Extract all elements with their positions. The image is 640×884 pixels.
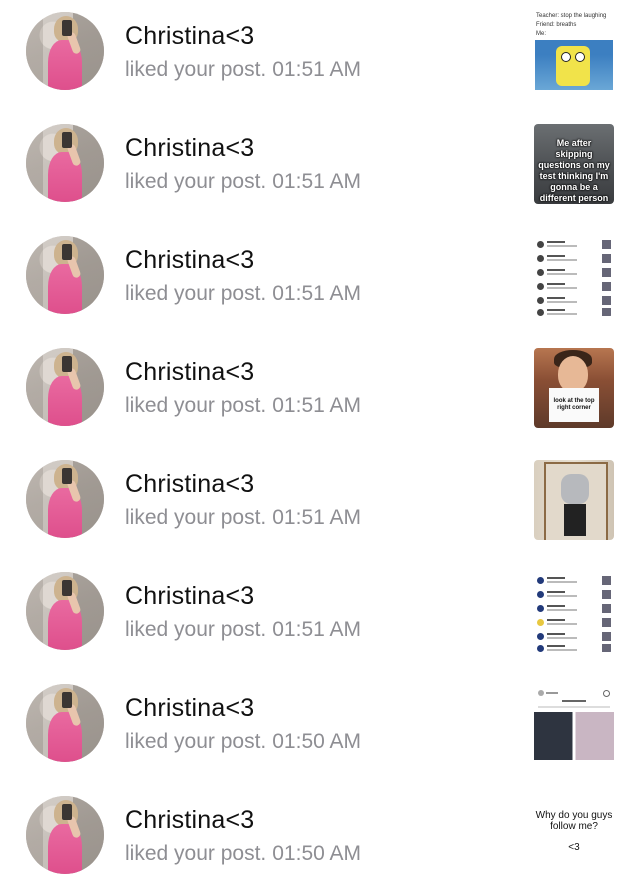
thumbnail-caption: Why do you guys follow me? xyxy=(535,810,613,832)
timestamp: 01:51 AM xyxy=(272,506,361,529)
timestamp: 01:51 AM xyxy=(272,58,361,81)
timestamp: 01:51 AM xyxy=(272,282,361,305)
action-text: liked your post. xyxy=(125,394,267,417)
action-text: liked your post. xyxy=(125,58,267,81)
timestamp: 01:50 AM xyxy=(272,730,361,753)
avatar[interactable] xyxy=(26,460,104,538)
post-thumbnail[interactable] xyxy=(534,236,614,316)
username[interactable]: Christina<3 xyxy=(125,246,254,275)
notification-row[interactable]: Christina<3 liked your post. 01:51 AM loo… xyxy=(0,336,640,436)
notification-text: liked your post. 01:51 AM xyxy=(125,282,361,306)
action-text: liked your post. xyxy=(125,842,267,865)
action-text: liked your post. xyxy=(125,730,267,753)
notification-row[interactable]: Christina<3 liked your post. 01:51 AM xyxy=(0,560,640,660)
timestamp: 01:51 AM xyxy=(272,394,361,417)
action-text: liked your post. xyxy=(125,506,267,529)
thumbnail-caption: Me after skipping questions on my test t… xyxy=(538,138,610,203)
notification-text: liked your post. 01:51 AM xyxy=(125,618,361,642)
notification-text: liked your post. 01:50 AM xyxy=(125,842,361,866)
avatar[interactable] xyxy=(26,684,104,762)
post-thumbnail[interactable]: look at the top right corner xyxy=(534,348,614,428)
thumbnail-caption: Me: xyxy=(536,31,547,37)
avatar[interactable] xyxy=(26,796,104,874)
notification-row[interactable]: Christina<3 liked your post. 01:51 AM Tea… xyxy=(0,0,640,100)
username[interactable]: Christina<3 xyxy=(125,22,254,51)
timestamp: 01:50 AM xyxy=(272,842,361,865)
post-thumbnail[interactable]: Me after skipping questions on my test t… xyxy=(534,124,614,204)
meme-character xyxy=(556,46,590,86)
username[interactable]: Christina<3 xyxy=(125,358,254,387)
notification-text: liked your post. 01:51 AM xyxy=(125,394,361,418)
post-thumbnail[interactable]: Teacher: stop the laughing Friend: breat… xyxy=(534,12,614,92)
username[interactable]: Christina<3 xyxy=(125,134,254,163)
notification-text: liked your post. 01:50 AM xyxy=(125,730,361,754)
timestamp: 01:51 AM xyxy=(272,170,361,193)
avatar[interactable] xyxy=(26,236,104,314)
notification-text: liked your post. 01:51 AM xyxy=(125,170,361,194)
action-text: liked your post. xyxy=(125,618,267,641)
notification-text: liked your post. 01:51 AM xyxy=(125,506,361,530)
username[interactable]: Christina<3 xyxy=(125,582,254,611)
notification-row[interactable]: Christina<3 liked your post. 01:51 AM xyxy=(0,448,640,548)
sign-text: look at the top right corner xyxy=(553,398,595,411)
avatar[interactable] xyxy=(26,348,104,426)
timestamp: 01:51 AM xyxy=(272,618,361,641)
post-thumbnail[interactable] xyxy=(534,684,614,764)
avatar[interactable] xyxy=(26,124,104,202)
notification-row[interactable]: Christina<3 liked your post. 01:50 AM xyxy=(0,672,640,772)
notification-text: liked your post. 01:51 AM xyxy=(125,58,361,82)
notification-row[interactable]: Christina<3 liked your post. 01:50 AM Why… xyxy=(0,784,640,884)
notification-row[interactable]: Christina<3 liked your post. 01:51 AM Me … xyxy=(0,112,640,212)
avatar[interactable] xyxy=(26,572,104,650)
post-thumbnail[interactable] xyxy=(534,460,614,540)
action-text: liked your post. xyxy=(125,282,267,305)
username[interactable]: Christina<3 xyxy=(125,470,254,499)
thumbnail-caption: Friend: breaths xyxy=(536,22,577,28)
post-thumbnail[interactable] xyxy=(534,572,614,652)
username[interactable]: Christina<3 xyxy=(125,694,254,723)
post-thumbnail[interactable]: Why do you guys follow me? <3 xyxy=(534,796,614,876)
thumbnail-caption: <3 xyxy=(568,842,580,853)
thumbnail-caption: Teacher: stop the laughing xyxy=(536,13,607,19)
avatar[interactable] xyxy=(26,12,104,90)
action-text: liked your post. xyxy=(125,170,267,193)
notification-row[interactable]: Christina<3 liked your post. 01:51 AM xyxy=(0,224,640,324)
username[interactable]: Christina<3 xyxy=(125,806,254,835)
